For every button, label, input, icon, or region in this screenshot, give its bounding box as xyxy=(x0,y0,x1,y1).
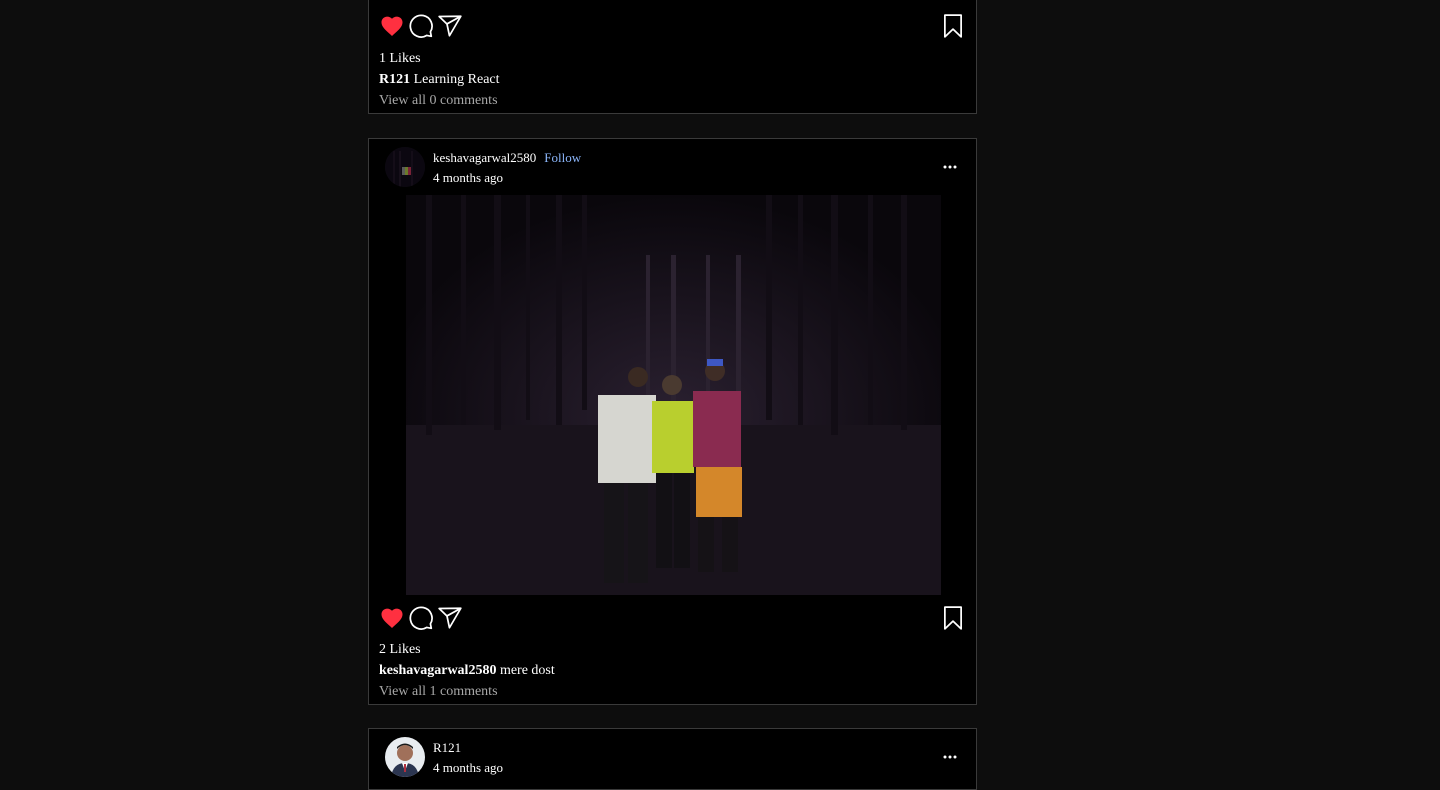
post-header: keshavagarwal2580 Follow 4 months ago xyxy=(385,147,960,187)
post-timestamp: 4 months ago xyxy=(433,170,504,185)
more-icon[interactable] xyxy=(942,159,958,175)
post-caption: keshavagarwal2580 mere dost xyxy=(379,663,555,679)
caption-text: Learning React xyxy=(413,72,500,87)
likes-count: 2 Likes xyxy=(379,642,421,657)
post-actions xyxy=(379,605,966,635)
post-header: R121 4 months ago xyxy=(385,737,960,777)
caption-author[interactable]: R121 xyxy=(379,72,410,87)
username-link[interactable]: R121 xyxy=(433,740,461,755)
view-comments-link[interactable]: View all 0 comments xyxy=(379,93,498,109)
username-link[interactable]: keshavagarwal2580 xyxy=(433,150,536,165)
view-comments-link[interactable]: View all 1 comments xyxy=(379,684,498,700)
post-username: R121 xyxy=(433,740,461,756)
post-actions xyxy=(379,13,966,43)
heart-icon[interactable] xyxy=(379,605,405,631)
post-caption: R121 Learning React xyxy=(379,72,500,88)
avatar[interactable] xyxy=(385,737,425,777)
comment-icon[interactable] xyxy=(408,605,434,631)
post-image[interactable] xyxy=(406,195,941,595)
caption-author[interactable]: keshavagarwal2580 xyxy=(379,663,496,678)
more-icon[interactable] xyxy=(942,749,958,765)
follow-button[interactable]: Follow xyxy=(544,150,581,165)
post-username: keshavagarwal2580 Follow xyxy=(433,150,581,166)
bookmark-icon[interactable] xyxy=(940,13,966,39)
avatar[interactable] xyxy=(385,147,425,187)
bookmark-icon[interactable] xyxy=(940,605,966,631)
caption-text: mere dost xyxy=(499,663,555,678)
send-icon[interactable] xyxy=(437,605,463,631)
heart-icon[interactable] xyxy=(379,13,405,39)
likes-count: 1 Likes xyxy=(379,51,421,66)
comment-icon[interactable] xyxy=(408,13,434,39)
post-card: R121 4 months ago xyxy=(368,728,977,790)
post-card: keshavagarwal2580 Follow 4 months ago 2 … xyxy=(368,138,977,705)
post-card: 1 Likes R121 Learning React View all 0 c… xyxy=(368,0,977,114)
post-timestamp: 4 months ago xyxy=(433,760,504,775)
send-icon[interactable] xyxy=(437,13,463,39)
